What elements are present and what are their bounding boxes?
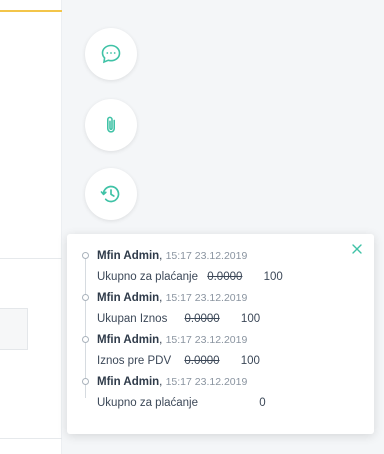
entry-new-value: 100 [240, 313, 261, 325]
entry-field: Ukupan Iznos [97, 313, 168, 325]
attachments-button[interactable] [85, 99, 137, 151]
entry-new-value: 100 [263, 271, 283, 283]
entry-timestamp: 15:17 23.12.2019 [165, 250, 248, 262]
entry-old-value: 0.0000 [207, 271, 243, 283]
entry-separator: , [159, 376, 163, 388]
timeline-dot [82, 294, 89, 301]
entry-author: Mfin Admin [97, 334, 160, 346]
paperclip-icon [100, 114, 122, 136]
left-content-pane [0, 0, 62, 454]
entry-new-value: 100 [240, 355, 260, 367]
entry-separator: , [159, 292, 163, 304]
history-timeline [85, 254, 86, 398]
entry-timestamp: 15:17 23.12.2019 [165, 292, 248, 304]
entry-old-value: 0.0000 [184, 355, 220, 367]
entry-old-value: 0.0000 [184, 313, 220, 325]
history-popover: Mfin Admin, 15:17 23.12.2019 Ukupno za p… [67, 234, 374, 434]
entry-field: Ukupno za plaćanje [97, 397, 199, 409]
entry-author: Mfin Admin [97, 376, 160, 388]
entry-field: Iznos pre PDV [97, 355, 172, 367]
divider [0, 258, 62, 259]
entry-timestamp: 15:17 23.12.2019 [165, 376, 248, 388]
input-field-edge[interactable] [0, 308, 28, 350]
timeline-dot [82, 336, 89, 343]
entry-new-value: 0 [259, 397, 266, 409]
entry-separator: , [159, 250, 163, 262]
timeline-dot [82, 378, 89, 385]
entry-author: Mfin Admin [97, 292, 160, 304]
close-icon[interactable] [350, 242, 364, 256]
entry-author: Mfin Admin [97, 250, 160, 262]
chat-bubble-icon [99, 42, 123, 66]
divider [0, 438, 62, 439]
top-accent-bar [0, 10, 62, 12]
timeline-dot [82, 252, 89, 259]
entry-separator: , [159, 334, 163, 346]
entry-timestamp: 15:17 23.12.2019 [165, 334, 248, 346]
comments-button[interactable] [85, 28, 137, 80]
history-clock-icon [99, 182, 123, 206]
history-button[interactable] [85, 168, 137, 220]
entry-field: Ukupno za plaćanje [97, 271, 199, 283]
